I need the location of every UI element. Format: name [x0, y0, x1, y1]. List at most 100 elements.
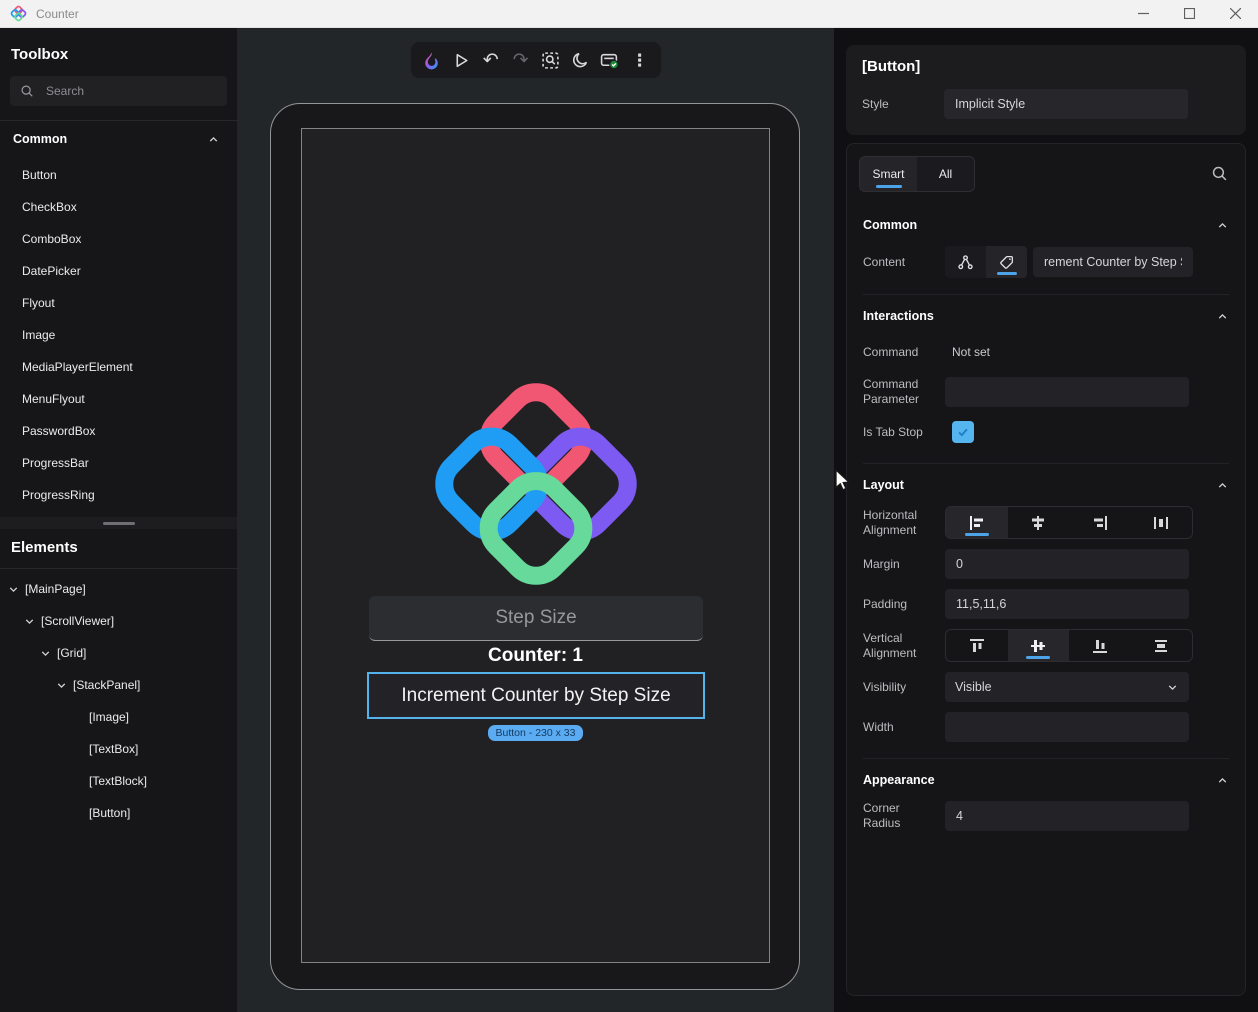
check-icon — [958, 428, 968, 437]
command-parameter-input[interactable] — [945, 377, 1189, 407]
tab-all[interactable]: All — [917, 157, 974, 191]
visibility-label: Visibility — [863, 679, 907, 694]
tree-item-image[interactable]: [Image] — [0, 701, 237, 733]
chevron-down-icon — [25, 618, 34, 624]
step-size-textbox[interactable]: Step Size — [369, 596, 703, 641]
padding-input[interactable] — [945, 589, 1189, 619]
inspector-tabs: Smart All — [847, 144, 1245, 192]
property-inspector: [Button] Style Smart All Common — [834, 28, 1258, 1012]
toolbox-search-input[interactable] — [46, 84, 217, 98]
section-layout: Layout Horizontal Alignment Margin 0 Pad… — [863, 463, 1229, 746]
stretch-horizontal-icon[interactable] — [1131, 507, 1193, 538]
toolbox-panel: Toolbox Common Button CheckBox ComboBox … — [0, 28, 237, 1012]
toolbox-item-combobox[interactable]: ComboBox — [0, 223, 237, 255]
align-right-icon[interactable] — [1069, 507, 1131, 538]
tree-item-textblock[interactable]: [TextBlock] — [0, 765, 237, 797]
toolbox-section-common[interactable]: Common — [0, 121, 237, 157]
horizontal-alignment-toggle — [945, 506, 1193, 539]
toolbox-item-checkbox[interactable]: CheckBox — [0, 191, 237, 223]
toolbox-item-menuflyout[interactable]: MenuFlyout — [0, 383, 237, 415]
command-label: Command — [863, 344, 919, 359]
app-logo-icon — [10, 5, 27, 22]
more-options-icon[interactable]: ⋮ — [628, 48, 652, 72]
align-center-vertical-icon[interactable] — [1007, 630, 1069, 661]
tree-item-grid[interactable]: [Grid] — [0, 637, 237, 669]
chevron-up-icon — [1218, 482, 1227, 488]
app-logo-image[interactable] — [425, 373, 647, 595]
increment-button[interactable]: Increment Counter by Step Size — [367, 672, 705, 719]
tag-icon[interactable] — [986, 246, 1027, 278]
tree-item-stackpanel[interactable]: [StackPanel] — [0, 669, 237, 701]
corner-radius-input[interactable] — [945, 801, 1189, 831]
device-screen: Step Size Counter: 1 Increment Counter b… — [301, 128, 770, 963]
width-label: Width — [863, 719, 894, 734]
selected-element-title: [Button] — [862, 58, 921, 75]
padding-label: Padding — [863, 596, 908, 611]
content-input[interactable] — [1033, 247, 1193, 277]
tree-item-button[interactable]: [Button] — [0, 797, 237, 829]
toolbox-item-passwordbox[interactable]: PasswordBox — [0, 415, 237, 447]
style-input[interactable] — [944, 89, 1188, 119]
style-label: Style — [862, 96, 889, 111]
device-frame: Step Size Counter: 1 Increment Counter b… — [270, 103, 800, 990]
design-canvas: ↶ ↷ ⋮ Step Size Counter: 1 Increment Cou… — [237, 28, 851, 1012]
command-parameter-label: Command Parameter — [863, 377, 920, 406]
visibility-select[interactable]: Visible — [945, 672, 1189, 702]
toolbox-item-image[interactable]: Image — [0, 319, 237, 351]
is-tab-stop-checkbox[interactable] — [952, 421, 974, 443]
tree-item-textbox[interactable]: [TextBox] — [0, 733, 237, 765]
theme-moon-icon[interactable] — [568, 48, 592, 72]
section-interactions: Interactions Command Not set Command Par… — [863, 294, 1229, 451]
toolbox-item-flyout[interactable]: Flyout — [0, 287, 237, 319]
content-mode-toggle — [945, 246, 1027, 278]
properties-card: Smart All Common Content rement Counter … — [846, 143, 1246, 996]
section-common-header[interactable]: Common — [863, 214, 1229, 236]
minimize-button[interactable] — [1120, 0, 1166, 27]
tree-item-scrollviewer[interactable]: [ScrollViewer] — [0, 605, 237, 637]
toolbox-item-datepicker[interactable]: DatePicker — [0, 255, 237, 287]
tree-item-mainpage[interactable]: [MainPage] — [0, 573, 237, 605]
properties-search-icon[interactable] — [1211, 165, 1229, 183]
maximize-button[interactable] — [1166, 0, 1212, 27]
validation-ok-icon[interactable] — [598, 48, 622, 72]
command-value[interactable]: Not set — [945, 345, 1229, 359]
margin-input[interactable] — [945, 549, 1189, 579]
chevron-up-icon — [1218, 313, 1227, 319]
toolbox-item-progressbar[interactable]: ProgressBar — [0, 447, 237, 479]
horizontal-alignment-label: Horizontal Alignment — [863, 507, 918, 537]
align-bottom-icon[interactable] — [1069, 630, 1131, 661]
zoom-selection-icon[interactable] — [538, 48, 562, 72]
binding-icon[interactable] — [945, 246, 986, 278]
redo-icon[interactable]: ↷ — [509, 48, 533, 72]
toolbox-item-progressring[interactable]: ProgressRing — [0, 479, 237, 511]
counter-textblock[interactable]: Counter: 1 — [302, 645, 769, 667]
chevron-down-icon — [9, 586, 18, 592]
margin-label: Margin — [863, 556, 900, 571]
tab-smart[interactable]: Smart — [860, 157, 917, 191]
selected-element-card: [Button] Style — [846, 45, 1246, 135]
toolbox-search[interactable] — [10, 76, 227, 106]
play-icon[interactable] — [449, 48, 473, 72]
section-layout-header[interactable]: Layout — [863, 474, 1229, 496]
chevron-down-icon — [1168, 684, 1177, 690]
align-center-horizontal-icon[interactable] — [1008, 507, 1070, 538]
vertical-alignment-label: Vertical Alignment — [863, 630, 917, 660]
mouse-cursor — [835, 468, 851, 491]
panel-splitter[interactable] — [0, 517, 237, 529]
section-appearance: Appearance Corner Radius — [863, 758, 1229, 835]
chevron-down-icon — [57, 682, 66, 688]
toolbox-item-mediaplayerelement[interactable]: MediaPlayerElement — [0, 351, 237, 383]
toolbox-title: Toolbox — [11, 46, 69, 63]
toolbox-item-button[interactable]: Button — [0, 159, 237, 191]
section-appearance-header[interactable]: Appearance — [863, 769, 1229, 791]
close-button[interactable] — [1212, 0, 1258, 27]
chevron-up-icon — [209, 136, 218, 142]
search-icon — [21, 85, 33, 97]
stretch-vertical-icon[interactable] — [1131, 630, 1193, 661]
align-left-icon[interactable] — [946, 507, 1008, 538]
width-input[interactable] — [945, 712, 1189, 742]
undo-icon[interactable]: ↶ — [479, 48, 503, 72]
section-interactions-header[interactable]: Interactions — [863, 305, 1229, 327]
align-top-icon[interactable] — [946, 630, 1008, 661]
hot-design-flame-icon[interactable] — [419, 48, 443, 72]
